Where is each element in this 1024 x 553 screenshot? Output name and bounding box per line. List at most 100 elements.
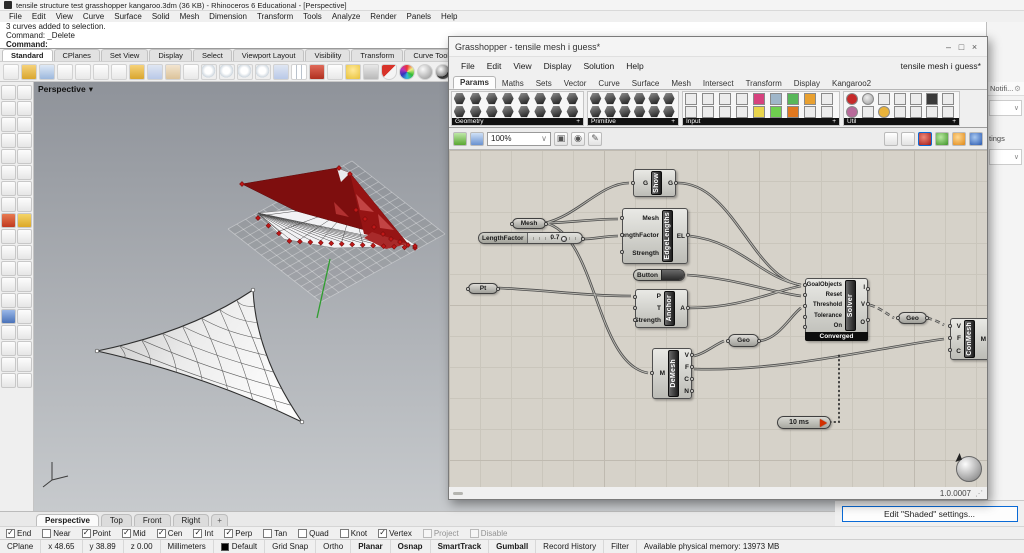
toolbar-tab-display[interactable]: Display [149,49,192,61]
gh-tab-mesh[interactable]: Mesh [665,78,697,89]
menu-render[interactable]: Render [365,12,401,21]
zoom-dynamic-icon[interactable] [219,63,235,80]
pan-icon[interactable] [165,63,181,80]
gh-component-icon[interactable] [518,105,530,118]
gh-component-icon[interactable] [926,105,939,118]
menu-panels[interactable]: Panels [402,12,436,21]
gh-timer[interactable]: 10 ms [777,416,831,429]
menu-help[interactable]: Help [436,12,462,21]
osnap-end[interactable]: ✓ End [6,528,31,538]
gh-component-icon[interactable] [861,105,874,118]
gh-component-icon[interactable] [663,92,675,105]
close-button[interactable]: × [968,42,981,52]
osnap-knot[interactable]: ✓Knot [339,528,367,538]
menu-surface[interactable]: Surface [109,12,147,21]
gh-node-conmesh[interactable]: V F C ConMesh M [948,318,987,360]
hide-objects-icon[interactable] [327,63,343,80]
osnap-perp[interactable]: ✓ Perp [224,528,252,538]
gh-document-name[interactable]: tensile mesh i guess* [650,61,981,71]
gh-tab-sets[interactable]: Sets [530,78,558,89]
gh-slider-lengthfactor[interactable]: LengthFactor 0.7 [478,232,585,244]
canvas-compass-widget[interactable] [956,456,982,482]
toolbar-tab-standard[interactable]: Standard [2,49,53,61]
preview-shaded-icon[interactable] [918,131,932,146]
zoom-window-icon[interactable] [237,63,253,80]
display-settings-icon[interactable] [969,131,983,146]
gh-menu-edit[interactable]: Edit [481,61,508,71]
grasshopper-titlebar[interactable]: Grasshopper - tensile mesh i guess* – □ … [449,37,987,57]
gh-component-icon[interactable] [877,105,890,118]
horizontal-scrollbar[interactable] [453,491,463,495]
gh-component-icon[interactable] [821,92,834,105]
tool-icon[interactable] [17,229,32,244]
gh-component-icon[interactable] [804,105,817,118]
undo-icon[interactable] [147,63,163,80]
tool-icon[interactable] [1,213,16,228]
gh-component-icon[interactable] [589,105,602,118]
zoom-selected-icon[interactable] [255,63,271,80]
slider-track[interactable]: 0.7 [527,233,582,243]
gh-component-icon[interactable] [566,105,579,118]
gh-component-icon[interactable] [787,105,800,118]
toolbar-tab-select[interactable]: Select [192,49,232,61]
button-press-area[interactable] [661,270,684,280]
viewport-tab-perspective[interactable]: Perspective [36,514,99,526]
gh-component-icon[interactable] [910,105,923,118]
copy-icon[interactable] [111,63,127,80]
toggle-osnap[interactable]: Osnap [391,540,431,553]
gh-node-anchor[interactable]: P T Strength Anchor A [633,289,690,328]
tool-icon[interactable] [17,261,32,276]
toolbar-tab-viewport-layout[interactable]: Viewport Layout [232,49,305,61]
toggle-gumball[interactable]: Gumball [489,540,537,553]
save-document-icon[interactable] [470,131,484,146]
gh-menu-view[interactable]: View [507,61,537,71]
gh-group-label[interactable]: Geometry + [452,118,583,125]
zoom-icon[interactable] [201,63,217,80]
gh-component-icon[interactable] [534,92,546,105]
gh-component-icon[interactable] [502,92,514,105]
gh-component-icon[interactable] [469,105,482,118]
gh-tab-surface[interactable]: Surface [626,78,666,89]
gh-component-icon[interactable] [485,92,498,105]
tool-icon[interactable] [17,357,32,372]
osnap-cen[interactable]: ✓ Cen [156,528,182,538]
tool-icon[interactable] [17,197,32,212]
tool-icon[interactable] [1,197,16,212]
surface-corner-point[interactable] [94,348,100,354]
gh-component-icon[interactable] [619,92,631,105]
gh-component-icon[interactable] [633,92,646,105]
gh-component-icon[interactable] [648,92,660,105]
delete-icon[interactable] [93,63,109,80]
menu-transform[interactable]: Transform [252,12,298,21]
gh-component-icon[interactable] [770,92,783,105]
save-icon[interactable] [39,63,55,80]
panel-dropdown[interactable]: ∨ [989,149,1022,165]
zoom-level-select[interactable]: 100% ∨ [487,131,551,146]
osnap-vertex[interactable]: ✓ Vertex [378,528,412,538]
surface-corner-point[interactable] [299,419,305,425]
osnap-near[interactable]: ✓Near [42,528,71,538]
tool-icon[interactable] [17,101,32,116]
toolbar-tab-transform[interactable]: Transform [351,49,404,61]
viewport-layout-icon[interactable] [291,63,307,80]
viewport-tab-top[interactable]: Top [100,514,132,526]
tool-icon[interactable] [1,133,16,148]
tool-icon[interactable] [1,245,16,260]
color-wheel-icon[interactable] [399,63,415,80]
tool-icon[interactable] [1,261,16,276]
tool-icon[interactable] [17,165,32,180]
tool-icon[interactable] [1,181,16,196]
gh-component-icon[interactable] [604,105,616,118]
rotate-view-icon[interactable] [273,63,289,80]
gh-component-icon[interactable] [942,105,955,118]
gh-component-icon[interactable] [701,92,714,105]
preview-off-icon[interactable] [884,131,898,146]
gh-component-icon[interactable] [550,92,563,105]
cplane-indicator[interactable]: CPlane [0,540,42,553]
tool-icon[interactable] [1,149,16,164]
tool-icon[interactable] [1,341,16,356]
toggle-grid-snap[interactable]: Grid Snap [265,540,317,553]
gh-param-mesh[interactable]: Mesh [510,218,548,229]
lock-objects-icon[interactable] [363,63,379,80]
solver-on-icon[interactable] [935,131,949,146]
